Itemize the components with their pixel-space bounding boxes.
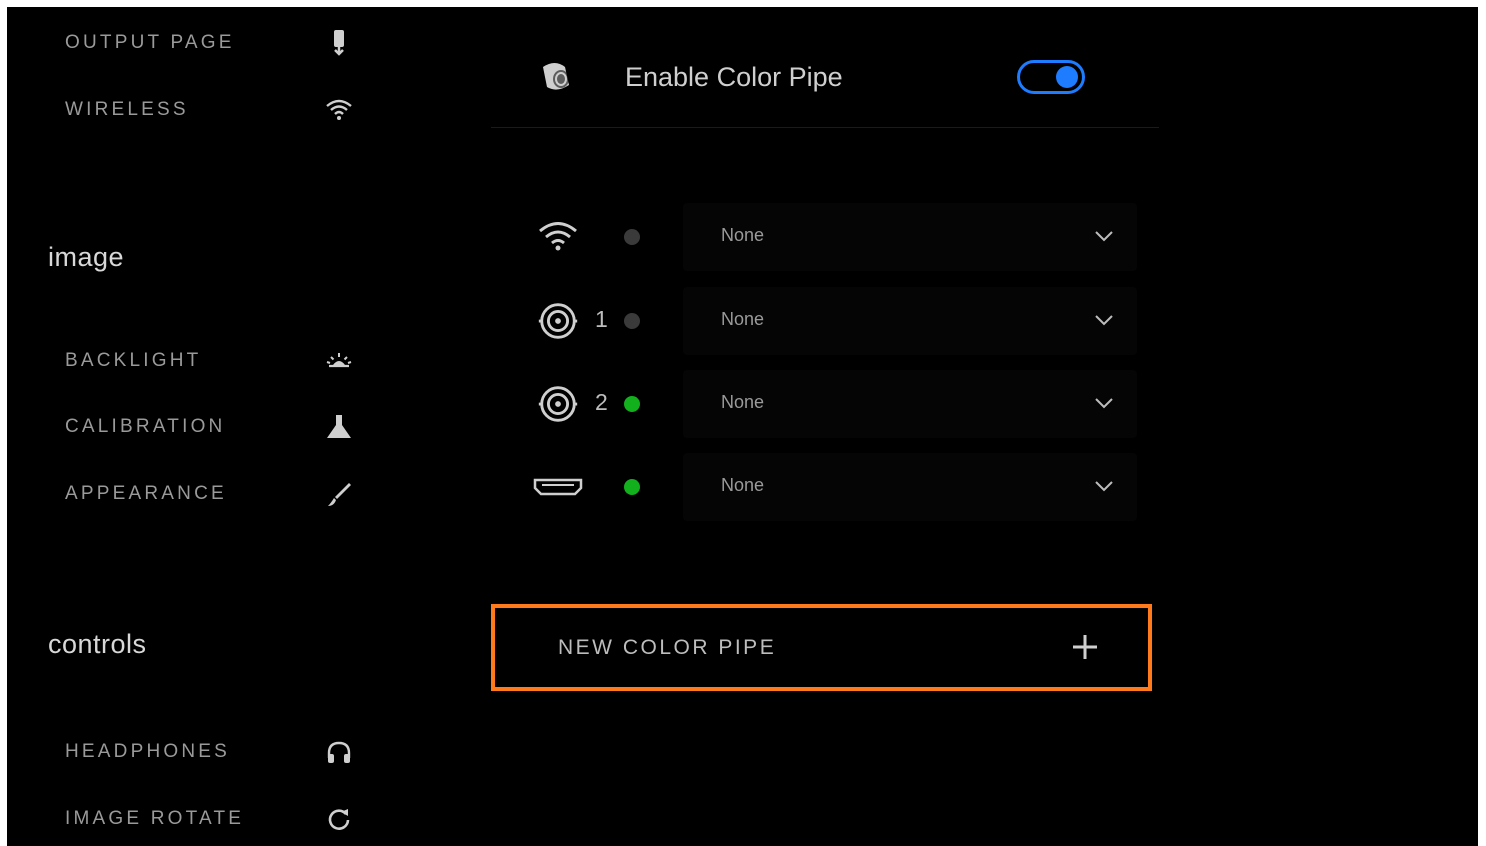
sidebar-item-label: OUTPUT PAGE — [65, 32, 235, 53]
chevron-down-icon — [1095, 398, 1113, 409]
output-page-icon — [323, 27, 355, 59]
enable-color-pipe-row: Enable Color Pipe — [491, 47, 1159, 125]
backlight-icon — [323, 345, 355, 377]
sdi-connector-icon — [532, 380, 584, 428]
color-pipe-select[interactable]: None — [683, 370, 1137, 438]
input-row-wireless: None — [527, 203, 1147, 271]
color-pipe-select[interactable]: None — [683, 287, 1137, 355]
headphones-icon — [323, 736, 355, 768]
sidebar-item-wireless[interactable]: WIRELESS — [65, 90, 355, 130]
section-title-image: image — [48, 242, 125, 272]
sidebar-item-label: IMAGE ROTATE — [65, 808, 245, 829]
sidebar-item-label: HEADPHONES — [65, 741, 231, 762]
color-pipe-icon — [535, 57, 575, 97]
sdi-connector-icon — [532, 297, 584, 345]
sidebar-item-output-page[interactable]: OUTPUT PAGE — [65, 23, 355, 63]
input-number: 1 — [595, 306, 608, 332]
chevron-down-icon — [1095, 481, 1113, 492]
sidebar-item-appearance[interactable]: APPEARANCE — [65, 474, 355, 514]
sidebar-item-label: BACKLIGHT — [65, 350, 202, 371]
enable-color-pipe-label: Enable Color Pipe — [625, 62, 843, 92]
wifi-icon — [323, 94, 355, 126]
chevron-down-icon — [1095, 231, 1113, 242]
screen: OUTPUT PAGE WIRELESS image BACKLIGHT CAL… — [7, 7, 1478, 846]
sidebar-item-calibration[interactable]: CALIBRATION — [65, 407, 355, 447]
sidebar-item-backlight[interactable]: BACKLIGHT — [65, 341, 355, 381]
sidebar-item-headphones[interactable]: HEADPHONES — [65, 732, 355, 772]
status-dot — [624, 313, 640, 329]
select-value: None — [721, 225, 765, 245]
input-row-sdi-1: 1 None — [527, 287, 1147, 355]
new-color-pipe-button[interactable]: NEW COLOR PIPE — [491, 604, 1152, 691]
calibration-icon — [323, 411, 355, 443]
divider — [491, 127, 1159, 128]
toggle-knob — [1056, 66, 1078, 88]
sidebar-item-label: CALIBRATION — [65, 416, 226, 437]
input-row-hdmi: None — [527, 453, 1147, 521]
sidebar-item-label: WIRELESS — [65, 99, 189, 120]
sidebar-item-label: APPEARANCE — [65, 483, 227, 504]
select-value: None — [721, 392, 765, 412]
plus-icon — [1073, 635, 1097, 659]
input-number: 2 — [595, 389, 608, 415]
color-pipe-select[interactable]: None — [683, 203, 1137, 271]
chevron-down-icon — [1095, 315, 1113, 326]
rotate-icon — [323, 803, 355, 835]
status-dot — [624, 396, 640, 412]
section-title-controls: controls — [48, 629, 147, 659]
new-color-pipe-label: NEW COLOR PIPE — [558, 636, 777, 659]
sidebar-item-image-rotate[interactable]: IMAGE ROTATE — [65, 799, 355, 839]
brush-icon — [323, 478, 355, 510]
select-value: None — [721, 475, 765, 495]
color-pipe-select[interactable]: None — [683, 453, 1137, 521]
status-dot — [624, 479, 640, 495]
select-value: None — [721, 309, 765, 329]
input-row-sdi-2: 2 None — [527, 370, 1147, 438]
status-dot — [624, 229, 640, 245]
enable-color-pipe-toggle[interactable] — [1017, 60, 1085, 94]
wifi-icon — [532, 213, 584, 261]
hdmi-icon — [532, 463, 584, 511]
